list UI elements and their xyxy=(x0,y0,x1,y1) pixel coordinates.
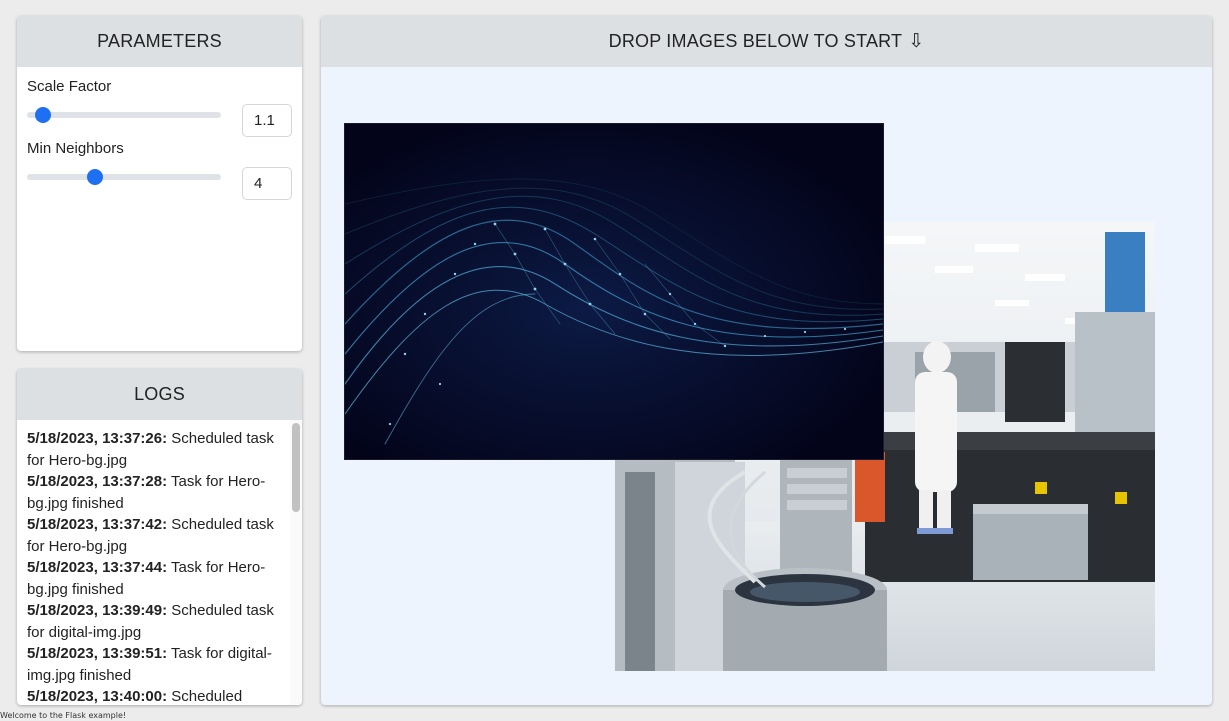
logs-title: LOGS xyxy=(17,369,302,420)
digital-wave-graphic xyxy=(345,124,883,459)
log-entry: 5/18/2023, 13:39:49: Scheduled task for … xyxy=(27,600,283,643)
scale-factor-slider[interactable] xyxy=(27,107,221,123)
min-neighbors-label: Min Neighbors xyxy=(27,140,124,157)
log-entry-message: Scheduled xyxy=(167,688,243,705)
log-entry-timestamp: 5/18/2023, 13:37:42: xyxy=(27,516,168,533)
min-neighbors-slider-thumb[interactable] xyxy=(86,169,103,185)
status-bar-text: Welcome to the Flask example! xyxy=(0,711,127,720)
log-entry: 5/18/2023, 13:37:44: Task for Hero-bg.jp… xyxy=(27,557,283,600)
log-entry-timestamp: 5/18/2023, 13:37:44: xyxy=(27,559,168,576)
logs-panel: LOGS 5/18/2023, 13:37:26: Scheduled task… xyxy=(17,369,302,705)
log-entry-timestamp: 5/18/2023, 13:39:49: xyxy=(27,602,168,619)
arrow-down-icon: ⇩ xyxy=(908,31,925,52)
log-entry: 5/18/2023, 13:37:26: Scheduled task for … xyxy=(27,428,283,471)
log-entry-timestamp: 5/18/2023, 13:37:28: xyxy=(27,473,168,490)
scale-factor-label: Scale Factor xyxy=(27,78,112,95)
parameters-title: PARAMETERS xyxy=(17,16,302,67)
dropzone-header: DROP IMAGES BELOW TO START ⇩ xyxy=(321,16,1212,67)
log-entry: 5/18/2023, 13:37:28: Task for Hero-bg.jp… xyxy=(27,471,283,514)
log-entry-timestamp: 5/18/2023, 13:40:00: xyxy=(27,688,168,705)
scale-factor-input[interactable] xyxy=(242,104,292,137)
parameters-panel: PARAMETERS Scale Factor Min Neighbors xyxy=(17,16,302,351)
log-scrollbar-thumb[interactable] xyxy=(292,423,300,512)
log-entry: 5/18/2023, 13:37:42: Scheduled task for … xyxy=(27,514,283,557)
digital-wave-image[interactable] xyxy=(344,123,884,460)
log-list: 5/18/2023, 13:37:26: Scheduled task for … xyxy=(27,428,283,705)
log-list-container[interactable]: 5/18/2023, 13:37:26: Scheduled task for … xyxy=(17,420,302,705)
log-entry-timestamp: 5/18/2023, 13:39:51: xyxy=(27,645,168,662)
scale-factor-slider-thumb[interactable] xyxy=(34,107,51,123)
min-neighbors-slider[interactable] xyxy=(27,169,221,185)
log-entry-timestamp: 5/18/2023, 13:37:26: xyxy=(27,430,168,447)
min-neighbors-input[interactable] xyxy=(242,167,292,200)
log-entry: 5/18/2023, 13:39:51: Task for digital-im… xyxy=(27,643,283,686)
dropzone-title: DROP IMAGES BELOW TO START xyxy=(608,31,903,51)
image-drop-zone[interactable]: DROP IMAGES BELOW TO START ⇩ xyxy=(321,16,1212,705)
log-entry: 5/18/2023, 13:40:00: Scheduled xyxy=(27,686,283,705)
